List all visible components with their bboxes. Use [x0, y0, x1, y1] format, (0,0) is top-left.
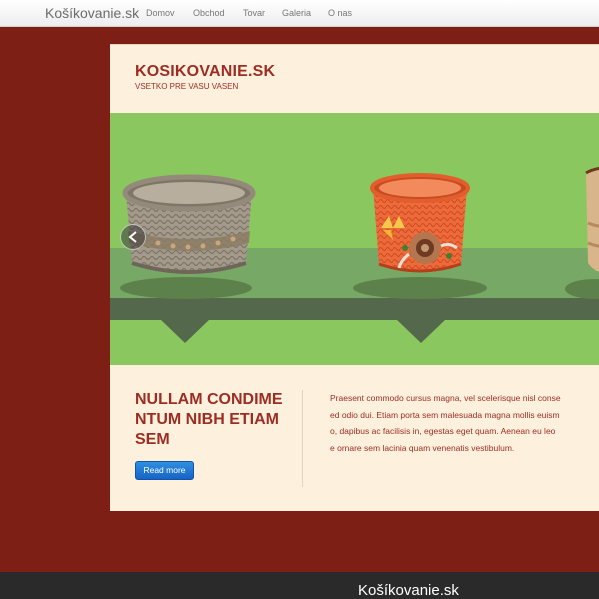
nav-item-tovar[interactable]: Tovar [243, 8, 265, 18]
nav-item-domov[interactable]: Domov [146, 8, 175, 18]
content-paragraph: Praesent commodo cursus magna, vel scele… [330, 390, 599, 456]
nav-item-obchod[interactable]: Obchod [193, 8, 225, 18]
orange-basket-image[interactable] [365, 168, 475, 280]
chevron-left-icon [128, 231, 137, 243]
paragraph-line: e ornare sem lacinia quam venenatis vest… [330, 442, 515, 453]
read-more-button[interactable]: Read more [135, 461, 194, 480]
slide-pointer [396, 319, 446, 343]
nav-item-o-nas[interactable]: O nas [328, 8, 352, 18]
site-title: KOSIKOVANIE.SK [135, 63, 276, 80]
product-slider [110, 113, 599, 365]
heading-line: NULLAM CONDIME [135, 391, 283, 408]
footer-brand: Košíkovanie.sk [358, 582, 459, 599]
paragraph-line: o, dapibus ac facilisis in, egestas eget… [330, 426, 556, 436]
top-navbar: Košíkovanie.sk Domov Obchod Tovar Galeri… [0, 0, 599, 27]
nav-item-galeria[interactable]: Galeria [282, 8, 311, 18]
navbar-brand-link[interactable]: Košíkovanie.sk [45, 5, 139, 21]
basket-shadow [353, 277, 487, 299]
shelf-front [110, 298, 599, 320]
beige-basket-image[interactable] [576, 163, 599, 281]
heading-line: NTUM NIBH ETIAM [135, 411, 279, 428]
content-heading: NULLAM CONDIME NTUM NIBH ETIAM SEM [135, 390, 295, 450]
content-panel: KOSIKOVANIE.SK VSETKO PRE VASU VASEN NUL… [110, 44, 599, 511]
heading-line: SEM [135, 431, 170, 448]
footer: Košíkovanie.sk [0, 572, 599, 599]
content-divider [302, 390, 303, 487]
site-subtitle: VSETKO PRE VASU VASEN [135, 82, 239, 91]
paragraph-line: Praesent commodo cursus magna, vel scele… [330, 393, 561, 403]
paragraph-line: ed odio dui. Etiam porta sem malesuada m… [330, 409, 560, 420]
slide-pointer [160, 319, 210, 343]
slider-prev-button[interactable] [120, 224, 146, 250]
